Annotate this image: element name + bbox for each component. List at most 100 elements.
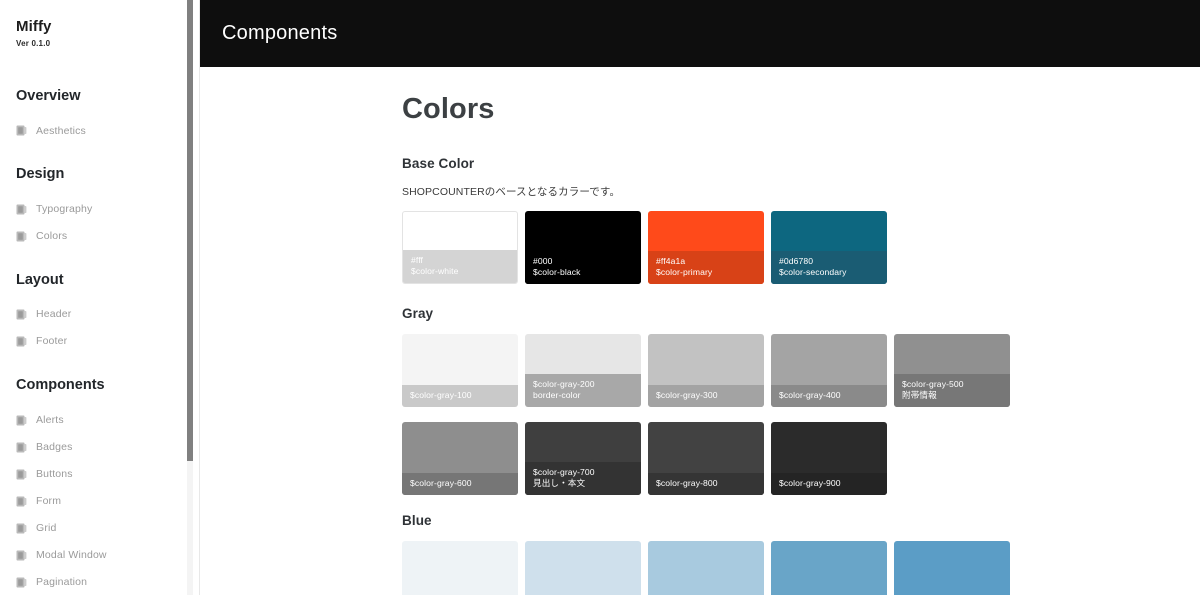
color-section-base-color: Base Color SHOPCOUNTERのベースとなるカラーです。 #fff $c…: [402, 156, 1200, 284]
section-title-gray: Gray: [402, 306, 434, 321]
sidebar-item-badges[interactable]: Badges: [0, 434, 200, 461]
sidebar-heading-layout: Layout: [16, 271, 64, 288]
sidebar-item-modal-window[interactable]: Modal Window: [0, 542, 200, 569]
color-swatch-blue-1[interactable]: [525, 541, 641, 595]
swatch-label-line: 附帯情報: [902, 390, 937, 400]
color-swatch-fff[interactable]: #fff $color-white: [402, 211, 518, 284]
swatch-label: $color-gray-500 附帯情報: [894, 374, 1010, 407]
sidebar-group-overview: Overview Aesthetics: [0, 88, 200, 144]
sidebar-heading-design: Design: [16, 166, 65, 183]
sidebar-item-label: Buttons: [36, 467, 73, 480]
sidebar-item-typography[interactable]: Typography: [0, 196, 200, 223]
app-root: Miffy Ver 0.1.0 Overview Aesthetics Design…: [0, 0, 1200, 595]
swatch-label: $color-gray-600: [402, 473, 518, 495]
document-icon: [16, 523, 27, 534]
document-icon: [16, 442, 27, 453]
color-section-gray: Gray $color-gray-100 $color-gray-200 border…: [402, 306, 1200, 407]
sidebar-nav: Overview Aesthetics Design Typography Colors…: [0, 88, 200, 595]
color-swatch-color-gray-200[interactable]: $color-gray-200 border-color: [525, 334, 641, 407]
swatch-label-line: $color-gray-200: [533, 379, 595, 389]
color-swatch-color-gray-100[interactable]: $color-gray-100: [402, 334, 518, 407]
sidebar-item-colors[interactable]: Colors: [0, 223, 200, 250]
swatch-label-line: #ff4a1a: [656, 256, 686, 266]
document-icon: [16, 469, 27, 480]
sidebar-item-label: Modal Window: [36, 548, 107, 561]
sidebar-item-label: Grid: [36, 521, 57, 534]
brand-name: Miffy: [16, 18, 52, 35]
sidebar-content: Miffy Ver 0.1.0 Overview Aesthetics Design…: [0, 0, 200, 595]
swatch-row: #fff $color-white #000 $color-black #ff4a1a $…: [402, 211, 1200, 284]
swatch-label: #0d6780 $color-secondary: [771, 251, 887, 284]
swatch-label-line: $color-black: [533, 267, 581, 277]
sidebar-group-layout: Layout Header Footer: [0, 272, 200, 355]
color-swatch-color-gray-700[interactable]: $color-gray-700 見出し・本文: [525, 422, 641, 495]
sidebar-heading-overview: Overview: [16, 88, 81, 104]
swatch-label-line: #0d6780: [779, 256, 814, 266]
color-swatch-color-gray-300[interactable]: $color-gray-300: [648, 334, 764, 407]
color-swatch-ff4a1a[interactable]: #ff4a1a $color-primary: [648, 211, 764, 284]
sidebar-item-buttons[interactable]: Buttons: [0, 461, 200, 488]
sidebar-item-pagination[interactable]: Pagination: [0, 569, 200, 595]
sidebar-item-form[interactable]: Form: [0, 488, 200, 515]
sidebar-item-label: Colors: [36, 230, 68, 243]
document-icon: [16, 550, 27, 561]
swatch-label: #ff4a1a $color-primary: [648, 251, 764, 284]
sidebar-group-components: Components Alerts Badges Buttons Form Grid Mod…: [0, 377, 200, 595]
swatch-label-line: $color-gray-800: [656, 478, 718, 488]
color-swatch-000[interactable]: #000 $color-black: [525, 211, 641, 284]
swatch-label: $color-gray-300: [648, 385, 764, 407]
sidebar-item-label: Badges: [36, 440, 73, 453]
sidebar-item-label: Pagination: [36, 575, 88, 588]
content-scroll-area: Colors Base Color SHOPCOUNTERのベースとなるカラーです…: [200, 67, 1200, 595]
sidebar-item-alerts[interactable]: Alerts: [0, 407, 200, 434]
document-icon: [16, 125, 27, 136]
swatch-label-line: $color-gray-500: [902, 379, 964, 389]
sidebar-item-label: Form: [36, 494, 62, 507]
color-section-blue: Blue: [402, 513, 1200, 595]
brand-version: Ver 0.1.0: [16, 39, 51, 48]
swatch-label-line: $color-gray-100: [410, 390, 472, 400]
document-icon: [16, 577, 27, 588]
sidebar-item-header[interactable]: Header: [0, 301, 200, 328]
sidebar-item-label: Header: [36, 308, 72, 321]
swatch-label-line: 見出し・本文: [533, 478, 586, 488]
color-swatch-color-gray-900[interactable]: $color-gray-900: [771, 422, 887, 495]
color-sections: Base Color SHOPCOUNTERのベースとなるカラーです。 #fff $c…: [402, 156, 1200, 595]
swatch-label: $color-gray-900: [771, 473, 887, 495]
color-swatch-blue-2[interactable]: [648, 541, 764, 595]
page-title: Colors: [402, 93, 495, 125]
swatch-label-line: $color-gray-600: [410, 478, 472, 488]
swatch-row: $color-gray-100 $color-gray-200 border-col…: [402, 334, 1200, 407]
swatch-label-line: #fff: [411, 255, 424, 265]
topbar: Components: [200, 0, 1200, 67]
section-description-base-color: SHOPCOUNTERのベースとなるカラーです。: [402, 186, 621, 198]
sidebar: Miffy Ver 0.1.0 Overview Aesthetics Design…: [0, 0, 200, 595]
swatch-label-line: $color-white: [411, 266, 459, 276]
swatch-label-line: $color-gray-900: [779, 478, 841, 488]
swatch-label: #fff $color-white: [403, 250, 517, 283]
color-swatch-color-gray-800[interactable]: $color-gray-800: [648, 422, 764, 495]
color-swatch-color-gray-400[interactable]: $color-gray-400: [771, 334, 887, 407]
sidebar-item-grid[interactable]: Grid: [0, 515, 200, 542]
swatch-label-line: $color-primary: [656, 267, 713, 277]
sidebar-group-design: Design Typography Colors: [0, 166, 200, 249]
sidebar-scrollbar-thumb[interactable]: [187, 0, 193, 461]
document-icon: [16, 336, 27, 347]
color-swatch-color-gray-600[interactable]: $color-gray-600: [402, 422, 518, 495]
color-section-gray-2: $color-gray-600 $color-gray-700 見出し・本文 $col…: [402, 422, 1200, 495]
color-swatch-blue-4[interactable]: [894, 541, 1010, 595]
color-swatch-0d6780[interactable]: #0d6780 $color-secondary: [771, 211, 887, 284]
color-swatch-blue-3[interactable]: [771, 541, 887, 595]
swatch-label: $color-gray-200 border-color: [525, 374, 641, 407]
swatch-label: $color-gray-800: [648, 473, 764, 495]
swatch-label-line: $color-gray-700: [533, 467, 595, 477]
color-swatch-color-gray-500[interactable]: $color-gray-500 附帯情報: [894, 334, 1010, 407]
document-icon: [16, 309, 27, 320]
color-swatch-blue-0[interactable]: [402, 541, 518, 595]
swatch-row: $color-gray-600 $color-gray-700 見出し・本文 $col…: [402, 422, 1200, 495]
document-icon: [16, 204, 27, 215]
brand[interactable]: Miffy Ver 0.1.0: [0, 18, 200, 48]
sidebar-item-aesthetics[interactable]: Aesthetics: [0, 117, 200, 144]
sidebar-item-footer[interactable]: Footer: [0, 328, 200, 355]
sidebar-heading-components: Components: [16, 377, 105, 394]
